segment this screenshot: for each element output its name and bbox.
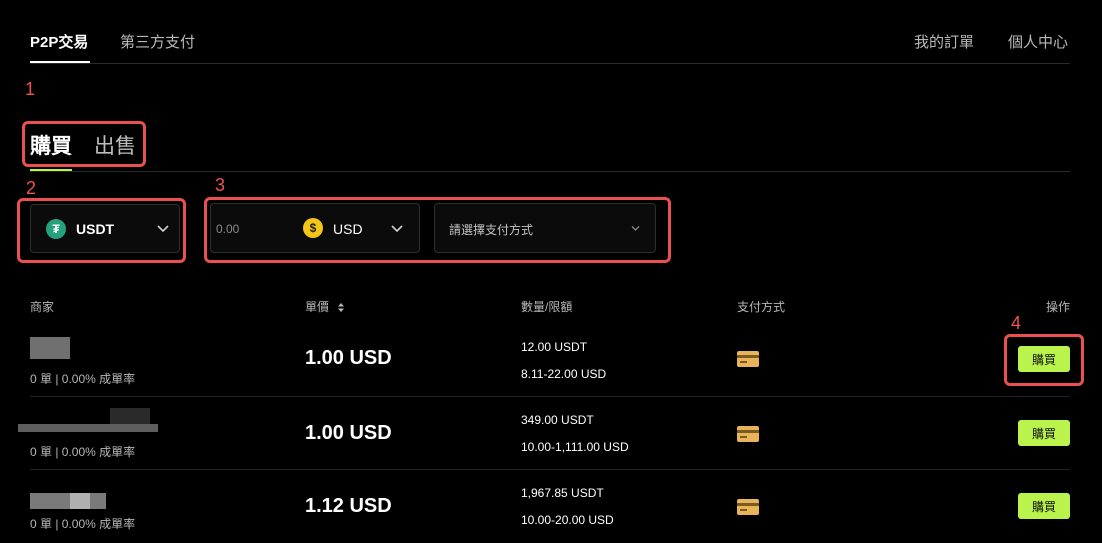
merchant-stats: 0 單 | 0.00% 成單率 (30, 445, 136, 459)
unit-price: 1.00 USD (305, 347, 392, 369)
buy-side-tab[interactable]: 購買 (30, 130, 72, 160)
header-action: 操作 (1046, 300, 1071, 314)
merchant-avatar-blurred (70, 493, 90, 509)
header-unit-price-label: 單價 (305, 300, 330, 314)
merchant-avatar-blurred (18, 424, 158, 432)
limit: 10.00-1,111.00 USD (521, 440, 629, 454)
row-divider (30, 469, 1070, 470)
annotation-2: 2 (26, 178, 37, 198)
sort-icon (338, 303, 345, 313)
payment-method-select[interactable]: 請選擇支付方式 (434, 203, 656, 253)
limit: 8.11-22.00 USD (521, 367, 607, 381)
quantity: 12.00 USDT (521, 340, 588, 354)
chevron-down-icon (391, 225, 403, 233)
amount-input[interactable]: 0.00 (216, 222, 239, 236)
my-orders-link[interactable]: 我的訂單 (914, 31, 974, 52)
tab-third-party-payment[interactable]: 第三方支付 (120, 31, 195, 52)
table-row: 0 單 | 0.00% 成單率 1.00 USD 349.00 USDT 10.… (0, 398, 1102, 468)
merchant-stats: 0 單 | 0.00% 成單率 (30, 517, 136, 531)
header-unit-price[interactable]: 單價 (305, 298, 345, 315)
row-divider (30, 396, 1070, 397)
header-merchant: 商家 (30, 300, 55, 314)
fiat-select-value[interactable]: USD (333, 221, 363, 237)
bank-card-icon (737, 499, 759, 515)
buy-button[interactable]: 購買 (1018, 493, 1070, 519)
annotation-4: 4 (1011, 313, 1022, 333)
merchant-avatar-blurred (30, 493, 106, 509)
coin-select-value: USDT (76, 221, 115, 237)
merchant-stats: 0 單 | 0.00% 成單率 (30, 372, 136, 386)
quantity: 349.00 USDT (521, 413, 594, 427)
header-payment-method: 支付方式 (737, 300, 786, 314)
chevron-down-icon (631, 226, 640, 231)
annotation-1: 1 (25, 79, 36, 99)
limit: 10.00-20.00 USD (521, 513, 614, 527)
personal-center-link[interactable]: 個人中心 (1008, 31, 1068, 52)
nav-divider (30, 63, 1070, 64)
tab-p2p[interactable]: P2P交易 (30, 31, 88, 52)
coin-select[interactable]: ₮ USDT (30, 204, 180, 253)
unit-price: 1.12 USD (305, 495, 392, 517)
annotation-3: 3 (215, 175, 226, 195)
sell-side-tab[interactable]: 出售 (94, 130, 136, 160)
usdt-icon: ₮ (46, 219, 66, 239)
bank-card-icon (737, 351, 759, 367)
side-divider (30, 171, 1070, 172)
merchant-avatar-blurred (110, 408, 150, 424)
header-quantity-limit: 數量/限額 (521, 300, 573, 314)
amount-fiat-field[interactable]: 0.00 $ USD (210, 203, 420, 253)
usd-coin-icon: $ (303, 218, 323, 238)
chevron-down-icon (157, 225, 169, 233)
bank-card-icon (737, 426, 759, 442)
annotation-box-4 (1004, 334, 1084, 386)
quantity: 1,967.85 USDT (521, 486, 604, 500)
merchant-avatar-blurred (30, 337, 70, 359)
table-row: 0 單 | 0.00% 成單率 1.00 USD 12.00 USDT 8.11… (0, 325, 1102, 395)
payment-method-placeholder: 請選擇支付方式 (449, 223, 534, 237)
buy-button[interactable]: 購買 (1018, 420, 1070, 446)
table-row: 0 單 | 0.00% 成單率 1.12 USD 1,967.85 USDT 1… (0, 471, 1102, 543)
unit-price: 1.00 USD (305, 422, 392, 444)
